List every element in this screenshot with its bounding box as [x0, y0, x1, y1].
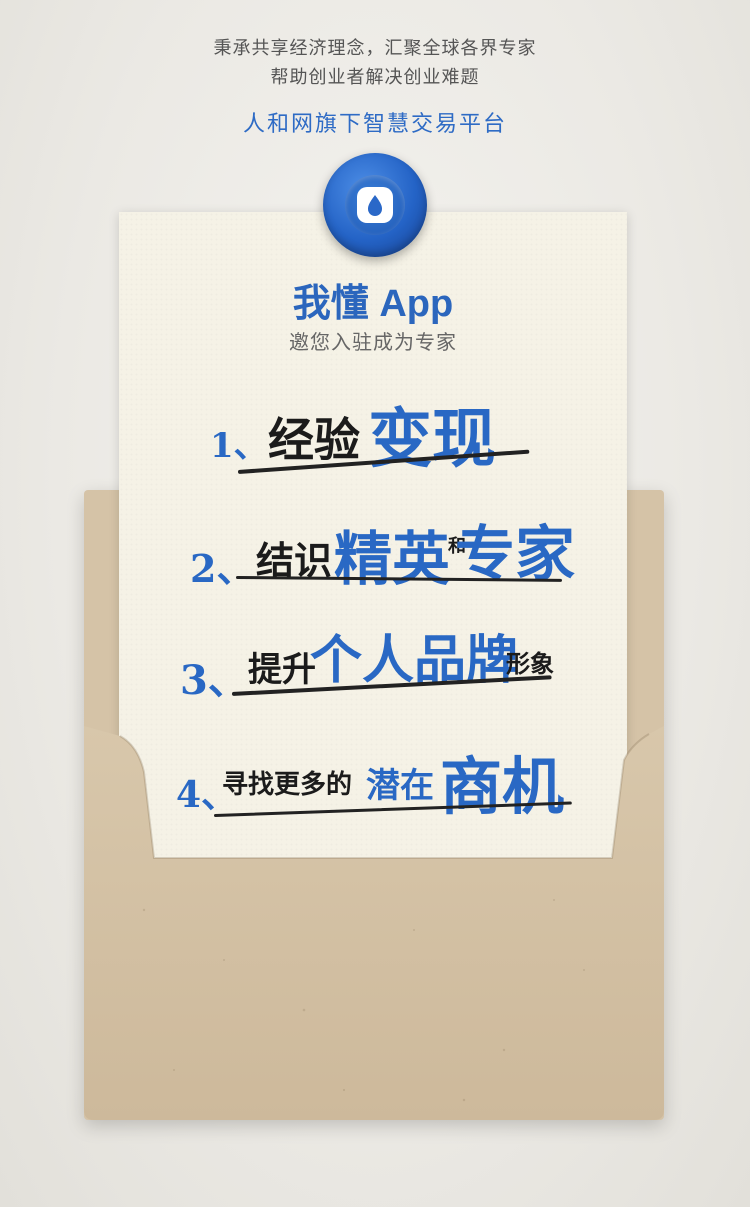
benefit-1-part-1: 经验 — [268, 413, 360, 467]
envelope-front — [84, 726, 664, 1120]
platform-tagline: 人和网旗下智慧交易平台 — [242, 111, 507, 136]
app-name: 我懂 App — [292, 283, 454, 325]
invite-text: 邀您入驻成为专家 — [289, 332, 457, 354]
benefit-1-number: 1、 — [210, 426, 268, 466]
header: 秉承共享经济理念，汇聚全球各界专家 帮助创业者解决创业难题 人和网旗下智慧交易平… — [0, 34, 750, 138]
slogan-line-1: 秉承共享经济理念，汇聚全球各界专家 — [213, 38, 537, 58]
benefit-1-part-2: 变现 — [368, 402, 496, 477]
slogan-line-2: 帮助创业者解决创业难题 — [270, 67, 480, 87]
water-drop-d-logo-icon — [357, 187, 393, 223]
app-logo-seal — [323, 153, 427, 257]
